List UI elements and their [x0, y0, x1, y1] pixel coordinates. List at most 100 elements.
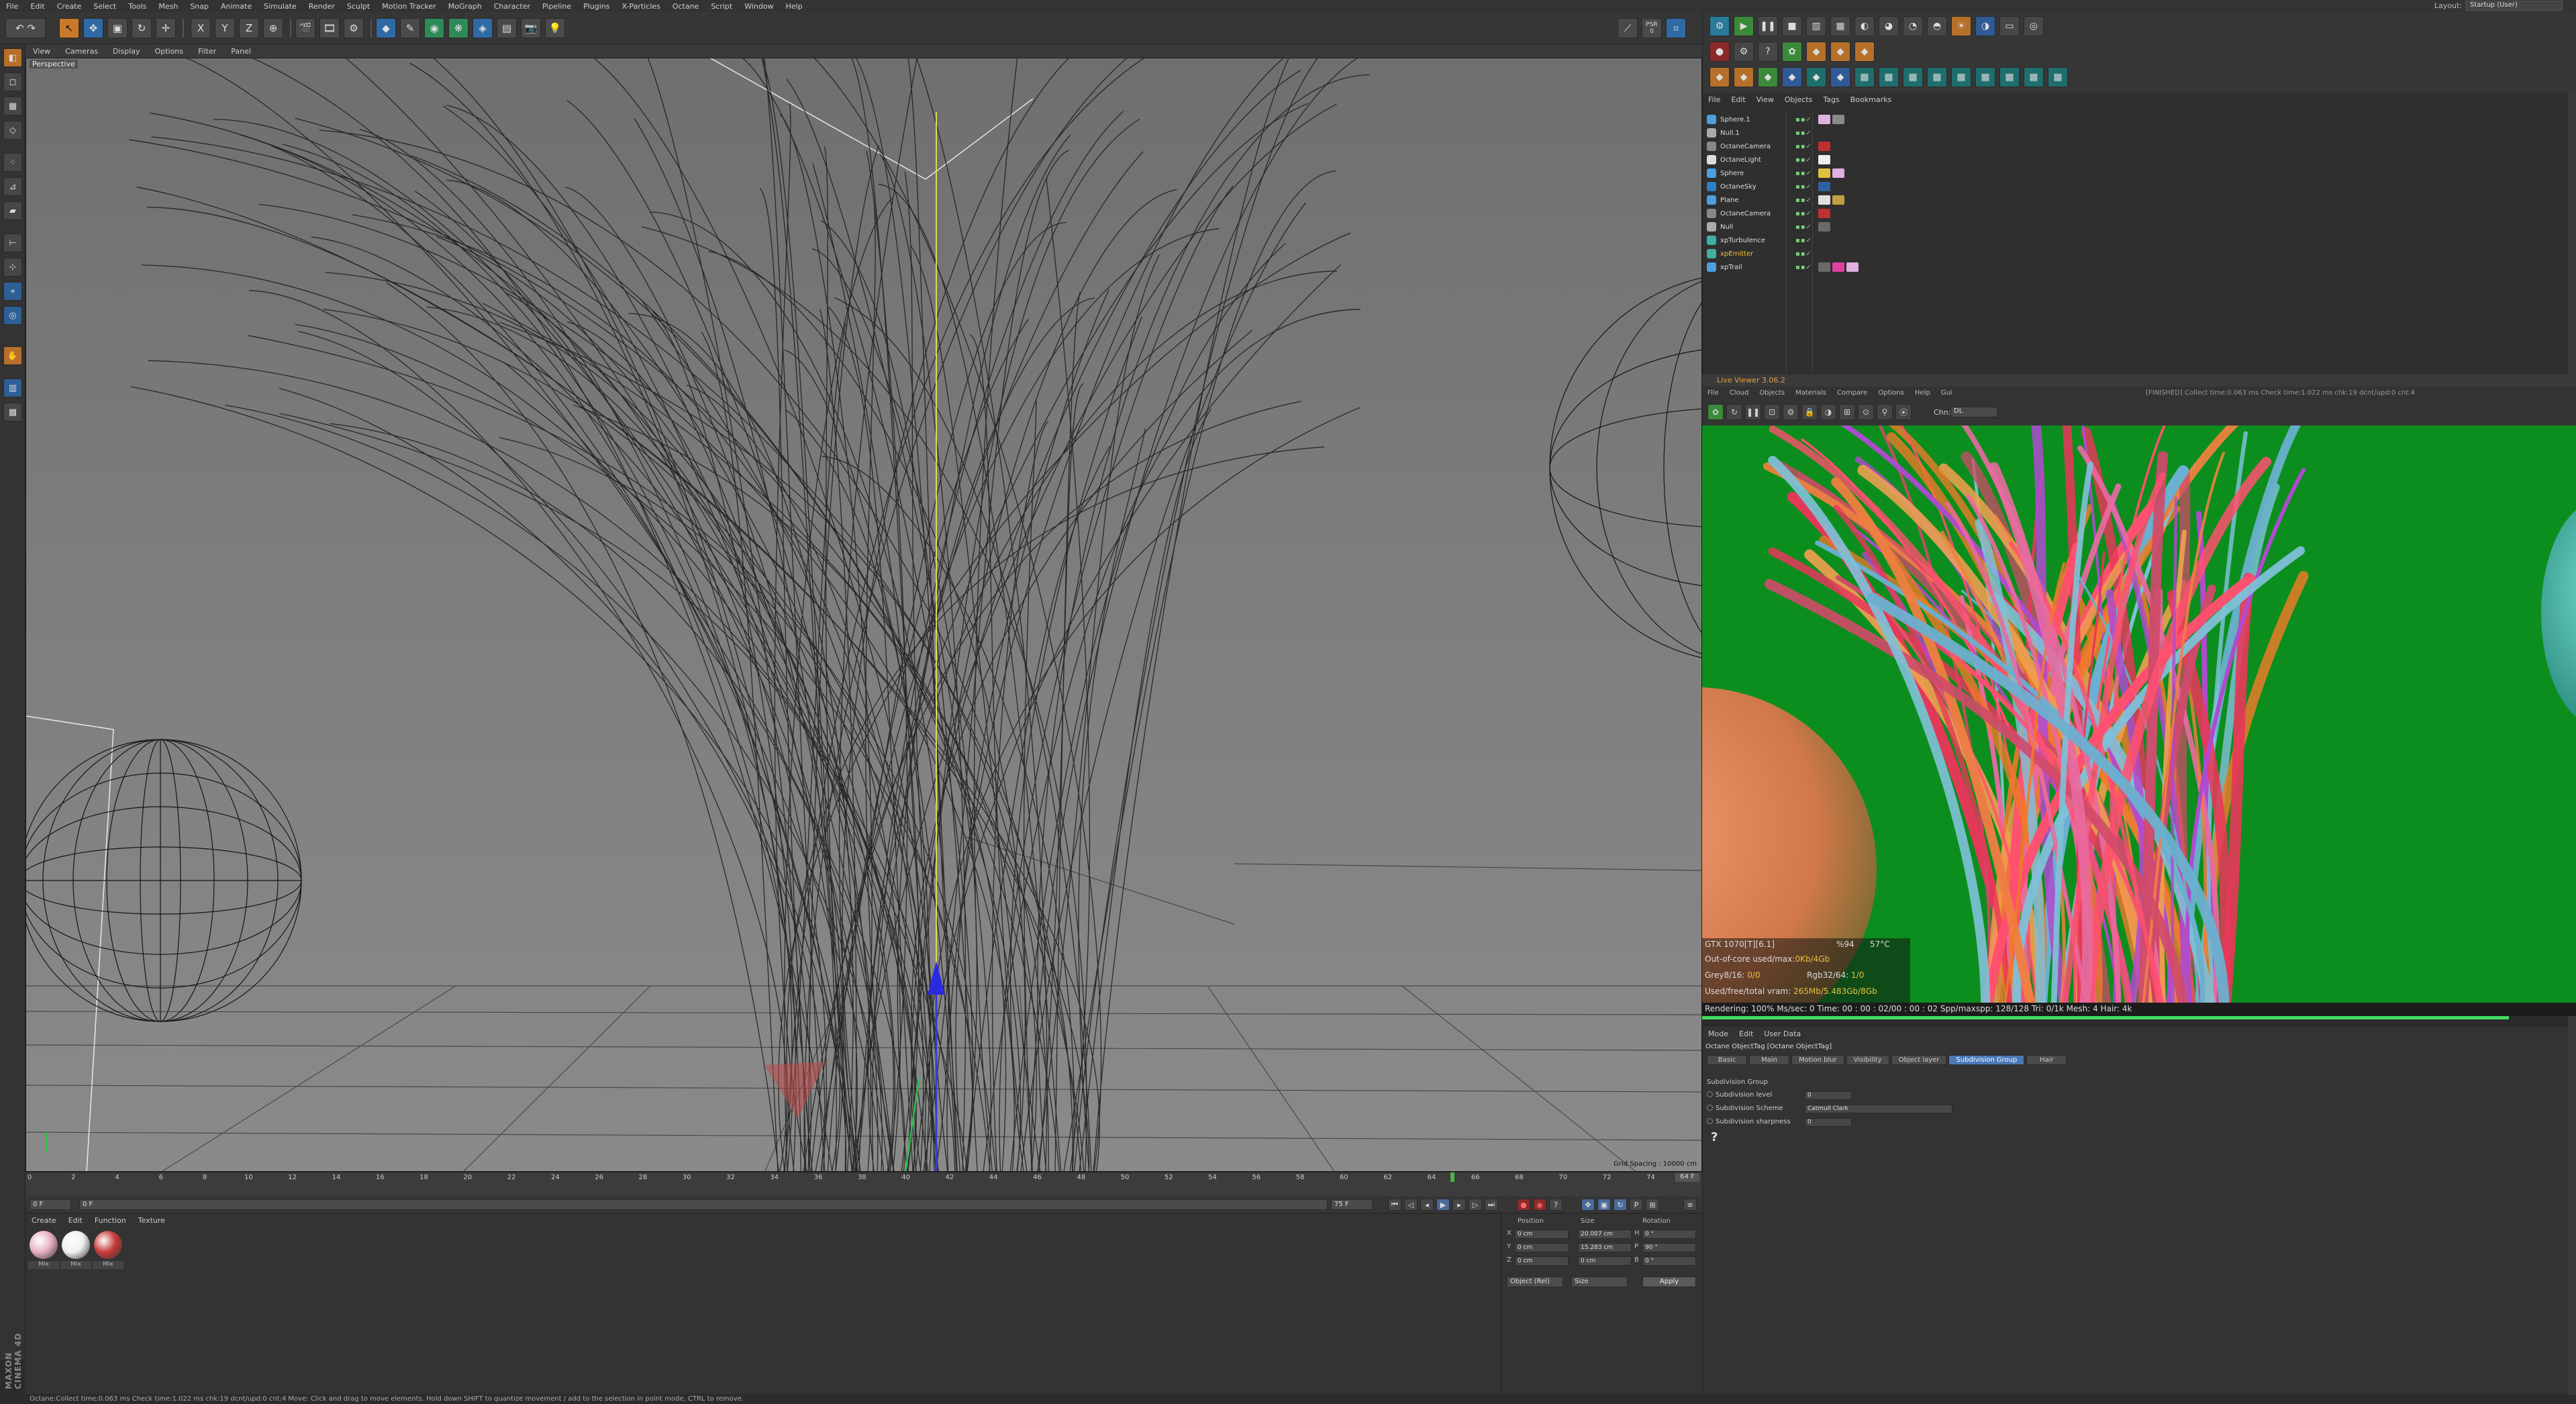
position-z-field[interactable]: 0 cm — [1515, 1256, 1569, 1266]
xp-emitter-icon[interactable]: ◆ — [1710, 67, 1730, 87]
menu-item-select[interactable]: Select — [87, 2, 122, 11]
menu-item-script[interactable]: Script — [705, 2, 738, 11]
y-axis-lock[interactable]: Y — [215, 18, 235, 38]
tab-visibility[interactable]: Visibility — [1846, 1055, 1889, 1065]
lv-lock-icon[interactable]: 🔒 — [1801, 404, 1818, 420]
snapping-icon[interactable]: ⌖ — [3, 282, 22, 301]
tweak-mode-icon[interactable]: ⊹ — [3, 258, 22, 277]
object-row[interactable]: Null.1 ▪▪✓ — [1707, 126, 2559, 140]
xp-group-icon[interactable]: ▦ — [1999, 67, 2020, 87]
cube-orange-3-icon[interactable]: ◆ — [1854, 42, 1875, 62]
live-viewer-menu-gui[interactable]: Gui — [1936, 389, 1958, 397]
layer-icon[interactable]: ▥ — [3, 379, 22, 397]
object-tag-icon[interactable] — [1818, 168, 1830, 178]
render-picture-viewer-icon[interactable]: 🎞 — [319, 18, 340, 38]
menu-item-file[interactable]: File — [0, 2, 24, 11]
tab-motion-blur[interactable]: Motion blur — [1791, 1055, 1844, 1065]
attribute-field-row[interactable]: Subdivision Scheme Catmull Clark — [1707, 1105, 1952, 1113]
end-frame-field[interactable]: 75 F — [1331, 1199, 1373, 1210]
object-name[interactable]: OctaneSky — [1720, 183, 1795, 191]
rotation-p-field[interactable]: 90 ° — [1642, 1243, 1696, 1252]
help-icon[interactable]: ? — [1711, 1130, 1718, 1144]
animate-radio-icon[interactable] — [1707, 1118, 1713, 1124]
object-row[interactable]: OctaneCamera ▪▪✓ — [1707, 207, 2559, 220]
attribute-menu-mode[interactable]: Mode — [1703, 1030, 1734, 1040]
rotation-b-field[interactable]: 0 ° — [1642, 1256, 1696, 1266]
xp-question-icon[interactable]: ◆ — [1782, 67, 1802, 87]
size-mode-dropdown[interactable]: Size — [1571, 1276, 1628, 1287]
object-row[interactable]: Null ▪▪✓ — [1707, 220, 2559, 234]
lv-pause-icon[interactable]: ❚❚ — [1745, 404, 1761, 420]
menu-item-snap[interactable]: Snap — [184, 2, 215, 11]
material-menu-function[interactable]: Function — [89, 1216, 132, 1227]
object-tag-icon[interactable] — [1818, 222, 1830, 232]
workplane-mode-icon[interactable]: ◇ — [3, 121, 22, 140]
size-z-field[interactable]: 0 cm — [1578, 1256, 1632, 1266]
render-settings-icon[interactable]: ⚙ — [344, 18, 364, 38]
record-icon[interactable]: ● — [1517, 1199, 1530, 1211]
edges-mode-icon[interactable]: ⊿ — [3, 177, 22, 196]
menu-item-render[interactable]: Render — [303, 2, 341, 11]
tab-object-layer[interactable]: Object layer — [1891, 1055, 1947, 1065]
object-tag-icon[interactable] — [1818, 115, 1830, 124]
visibility-flags[interactable]: ▪▪✓ — [1795, 156, 1818, 164]
object-tag-icon[interactable] — [1832, 195, 1844, 205]
menu-item-mograph[interactable]: MoGraph — [442, 2, 488, 11]
object-row[interactable]: xpTurbulence ▪▪✓ — [1707, 234, 2559, 247]
object-row[interactable]: xpEmitter ▪▪✓ — [1707, 247, 2559, 260]
object-menu-objects[interactable]: Objects — [1779, 95, 1818, 106]
tab-hair[interactable]: Hair — [2026, 1055, 2067, 1065]
menu-item-create[interactable]: Create — [51, 2, 88, 11]
object-tag-icon[interactable] — [1818, 142, 1830, 151]
object-row[interactable]: Plane ▪▪✓ — [1707, 193, 2559, 207]
key-pla-icon[interactable]: ⊞ — [1646, 1199, 1659, 1211]
menu-item-tools[interactable]: Tools — [122, 2, 152, 11]
object-name[interactable]: Plane — [1720, 197, 1795, 204]
next-frame-icon[interactable]: ▸ — [1452, 1199, 1466, 1211]
object-row[interactable]: OctaneSky ▪▪✓ — [1707, 180, 2559, 193]
object-tag-icon[interactable] — [1818, 182, 1830, 191]
visibility-flags[interactable]: ▪▪✓ — [1795, 264, 1818, 271]
object-name[interactable]: OctaneCamera — [1720, 210, 1795, 217]
lv-restart-icon[interactable]: ↻ — [1726, 404, 1742, 420]
visibility-flags[interactable]: ▪▪✓ — [1795, 130, 1818, 137]
live-viewer-menu-file[interactable]: File — [1702, 389, 1724, 397]
live-viewer-menu-compare[interactable]: Compare — [1832, 389, 1873, 397]
object-name[interactable]: Null — [1720, 223, 1795, 231]
octane-stop-icon[interactable]: ■ — [1782, 16, 1802, 36]
solo-icon[interactable]: ◎ — [3, 306, 22, 325]
menu-item-motion-tracker[interactable]: Motion Tracker — [376, 2, 442, 11]
object-row[interactable]: Sphere ▪▪✓ — [1707, 166, 2559, 180]
coordinate-mode-dropdown[interactable]: Object (Rel) — [1507, 1276, 1563, 1287]
play-icon[interactable]: ▶ — [1436, 1199, 1450, 1211]
object-tag-icon[interactable] — [1818, 262, 1830, 272]
pen-spline-icon[interactable]: ✎ — [400, 18, 420, 38]
subdivision-surface-icon[interactable]: ◉ — [424, 18, 444, 38]
perspective-viewport[interactable] — [26, 58, 1702, 1172]
xp-explosia-icon[interactable]: ▦ — [1951, 67, 1971, 87]
menu-item-octane[interactable]: Octane — [666, 2, 705, 11]
material-swatch[interactable]: Mix — [93, 1231, 123, 1269]
octane-gear-icon[interactable]: ⚙ — [1734, 42, 1754, 62]
snap-icon[interactable]: ⟋ — [1618, 18, 1638, 38]
prev-frame-icon[interactable]: ◂ — [1420, 1199, 1434, 1211]
octane-tag-icon[interactable]: ✿ — [1782, 42, 1802, 62]
menu-item-x-particles[interactable]: X-Particles — [615, 2, 666, 11]
octane-glossy-icon[interactable]: ◔ — [1903, 16, 1923, 36]
xp-sprite-icon[interactable]: ▦ — [2024, 67, 2044, 87]
layout-dropdown[interactable]: Startup (User) — [2465, 1, 2563, 11]
visibility-flags[interactable]: ▪▪✓ — [1795, 210, 1818, 217]
object-menu-bookmarks[interactable]: Bookmarks — [1845, 95, 1897, 106]
key-position-icon[interactable]: ✥ — [1581, 1199, 1595, 1211]
channel-dropdown[interactable]: DL — [1950, 407, 1997, 417]
current-frame-field[interactable]: 64 F — [1675, 1173, 1699, 1182]
attribute-menu-edit[interactable]: Edit — [1734, 1030, 1758, 1040]
light-icon[interactable]: 💡 — [545, 18, 565, 38]
object-row[interactable]: Sphere.1 ▪▪✓ — [1707, 113, 2559, 126]
undo-redo-icon[interactable]: ↶ ↷ — [5, 18, 46, 38]
octane-material-icon[interactable]: ◕ — [1879, 16, 1899, 36]
xp-modifier-icon[interactable]: ◆ — [1806, 67, 1826, 87]
rotate-tool-icon[interactable]: ↻ — [132, 18, 152, 38]
object-menu-file[interactable]: File — [1703, 95, 1726, 106]
viewport-menu-options[interactable]: Options — [148, 47, 191, 56]
